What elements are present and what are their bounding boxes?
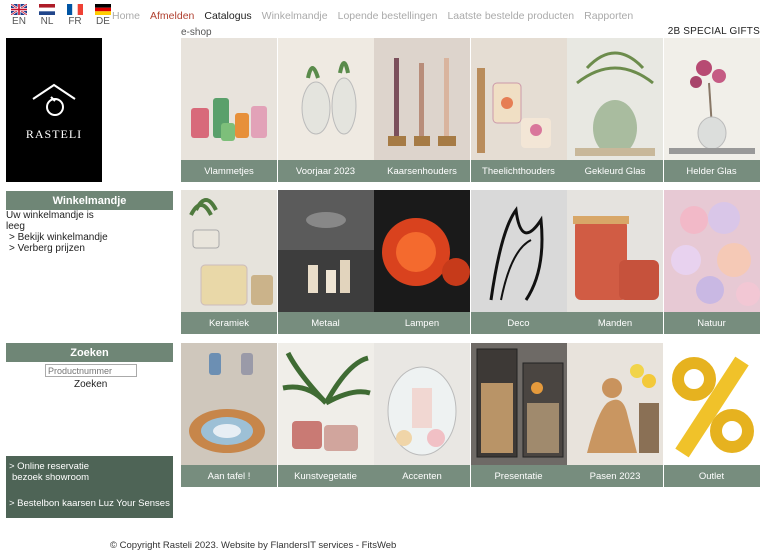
nav-reports[interactable]: Rapporten [584,10,633,22]
category-label: Keramiek [181,312,277,334]
nav-cart[interactable]: Winkelmandje [262,10,328,22]
nav-open-orders[interactable]: Lopende bestellingen [338,10,438,22]
fr-flag-icon [67,4,83,15]
category-tile[interactable]: Kaarsenhouders [374,38,470,182]
category-tile[interactable]: Kunstvegetatie [277,343,374,487]
category-image [374,343,470,465]
category-image [277,190,374,312]
category-tile[interactable]: Accenten [374,343,470,487]
nav-logout[interactable]: Afmelden [150,10,194,22]
lang-nl-label: NL [40,16,54,27]
category-image [374,38,470,160]
category-label: Manden [567,312,663,334]
category-label: Aan tafel ! [181,465,277,487]
category-label: Pasen 2023 [567,465,663,487]
rasteli-logo[interactable]: RASTELI [6,38,102,182]
nav-home[interactable]: Home [112,10,140,22]
order-form-link[interactable]: > Bestelbon kaarsen Luz Your Senses [9,498,170,509]
category-image [567,190,663,312]
category-label: Lampen [374,312,470,334]
cart-empty-text: Uw winkelmandje is leeg [6,210,96,232]
category-label: Natuur [663,312,760,334]
online-reservation-link[interactable]: > Online reservatie bezoek showroom [9,461,89,483]
category-label: Presentatie [470,465,567,487]
category-label: Helder Glas [663,160,760,182]
category-label: Metaal [277,312,374,334]
category-image [277,343,374,465]
lang-en[interactable]: EN [8,4,30,27]
category-tile[interactable]: Keramiek [181,190,277,334]
lang-nl[interactable]: NL [36,4,58,27]
category-tile[interactable]: Outlet [663,343,760,487]
lang-fr-label: FR [68,16,82,27]
cart-empty-line2: leeg [6,221,25,232]
category-label: Deco [470,312,567,334]
de-flag-icon [95,4,111,15]
lang-en-label: EN [12,16,26,27]
category-label: Vlammetjes [181,160,277,182]
category-tile[interactable]: Voorjaar 2023 [277,38,374,182]
top-navigation: Home Afmelden Catalogus Winkelmandje Lop… [112,10,633,22]
category-image [181,343,277,465]
nl-flag-icon [39,4,55,15]
nav-catalog[interactable]: Catalogus [204,10,251,22]
search-panel-title: Zoeken [6,343,173,362]
category-tile[interactable]: Helder Glas [663,38,760,182]
category-image [567,38,663,160]
category-image [374,190,470,312]
category-tile[interactable]: Vlammetjes [181,38,277,182]
cart-panel-title: Winkelmandje [6,191,173,210]
category-tile[interactable]: Presentatie [470,343,567,487]
side-links-box: > Online reservatie bezoek showroom > Be… [6,456,173,518]
category-label: Kunstvegetatie [277,465,374,487]
lang-fr[interactable]: FR [64,4,86,27]
product-number-input[interactable] [45,364,137,377]
category-tile[interactable]: Lampen [374,190,470,334]
category-label: Gekleurd Glas [567,160,663,182]
view-cart-link[interactable]: > Bekijk winkelmandje [9,232,108,243]
category-label: Theelichthouders [470,160,567,182]
eshop-label: e-shop [181,27,212,38]
category-image [470,38,567,160]
cart-empty-line1: Uw winkelmandje is [6,210,94,221]
search-button[interactable]: Zoeken [74,379,107,390]
uk-flag-icon [11,4,27,15]
category-image [663,190,760,312]
category-tile[interactable]: Pasen 2023 [567,343,663,487]
category-tile[interactable]: Manden [567,190,663,334]
category-tile[interactable]: Deco [470,190,567,334]
language-selector: EN NL FR DE [8,4,114,27]
category-label: Accenten [374,465,470,487]
reservation-line2: bezoek showroom [12,472,90,483]
reservation-line1: > Online reservatie [9,461,89,472]
category-tile[interactable]: Gekleurd Glas [567,38,663,182]
category-image [663,38,760,160]
category-image [663,343,760,465]
logo-text: RASTELI [25,126,83,141]
category-image [470,190,567,312]
lang-de[interactable]: DE [92,4,114,27]
category-image [277,38,374,160]
category-label: Kaarsenhouders [374,160,470,182]
house-logo-icon [32,83,76,116]
footer-copyright: © Copyright Rasteli 2023. Website by Fla… [110,540,397,551]
category-tile[interactable]: Aan tafel ! [181,343,277,487]
lang-de-label: DE [96,16,110,27]
category-image [567,343,663,465]
nav-last-ordered[interactable]: Laatste bestelde producten [447,10,574,22]
category-image [181,38,277,160]
category-tile[interactable]: Metaal [277,190,374,334]
hide-prices-link[interactable]: > Verberg prijzen [9,243,85,254]
category-image [181,190,277,312]
category-tile[interactable]: Theelichthouders [470,38,567,182]
category-tile[interactable]: Natuur [663,190,760,334]
category-label: Outlet [663,465,760,487]
category-image [470,343,567,465]
brand-tagline: 2B SPECIAL GIFTS [667,26,760,37]
category-label: Voorjaar 2023 [277,160,374,182]
